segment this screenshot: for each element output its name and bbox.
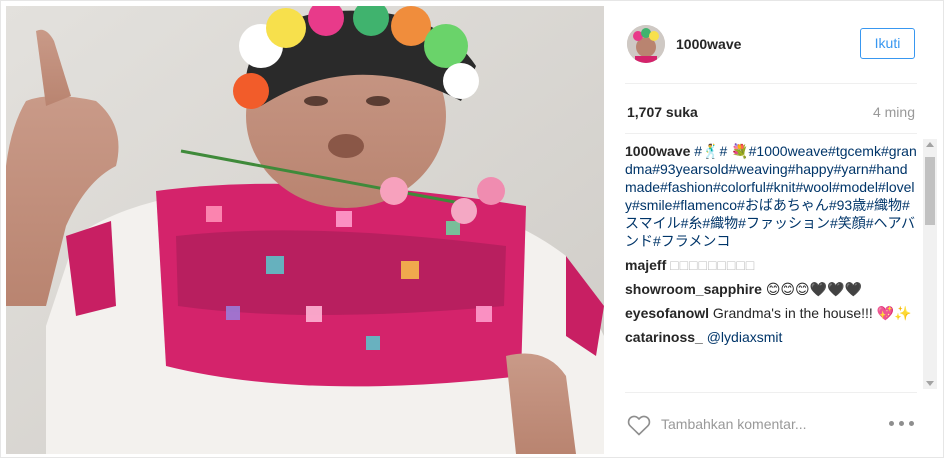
- comment-mention[interactable]: @lydiaxsmit: [707, 329, 783, 345]
- post-photo[interactable]: [6, 6, 604, 454]
- comment-item: showroom_sapphire 😊😊😊🖤🖤🖤: [625, 280, 917, 298]
- post-caption: 1000wave #🕺# 💐#1000weave#tgcemk#grandma#…: [625, 139, 917, 250]
- post-sidebar: 1000wave Ikuti 1,707 suka 4 ming 1000wav…: [605, 6, 940, 454]
- heart-icon[interactable]: [627, 414, 651, 436]
- post-header: 1000wave Ikuti: [625, 6, 917, 84]
- comment-text: □□□□□□□□□: [670, 257, 756, 273]
- post-footer: [625, 392, 917, 448]
- comment-username[interactable]: catarinoss_: [625, 329, 703, 345]
- more-dot: [899, 421, 904, 426]
- comments-scrollbar[interactable]: [923, 139, 937, 389]
- caption-hashtags-1[interactable]: #🕺#: [694, 143, 727, 159]
- likes-row: 1,707 suka 4 ming: [625, 84, 917, 134]
- comment-item: majeff □□□□□□□□□: [625, 256, 917, 274]
- instagram-post: 1000wave Ikuti 1,707 suka 4 ming 1000wav…: [0, 0, 944, 458]
- scroll-up-arrow-icon[interactable]: [926, 142, 934, 147]
- comment-item: eyesofanowl Grandma's in the house!!! 💖✨: [625, 304, 917, 322]
- more-dot: [889, 421, 894, 426]
- comment-list[interactable]: 1000wave #🕺# 💐#1000weave#tgcemk#grandma#…: [625, 139, 917, 389]
- comment-item: catarinoss_ @lydiaxsmit: [625, 328, 917, 346]
- post-username[interactable]: 1000wave: [676, 36, 741, 52]
- comment-username[interactable]: majeff: [625, 257, 666, 273]
- comment-text: 😊😊😊🖤🖤🖤: [765, 281, 862, 297]
- comment-text: Grandma's in the house!!! 💖✨: [712, 305, 912, 321]
- more-dot: [909, 421, 914, 426]
- more-options-icon[interactable]: [889, 418, 915, 430]
- avatar-image: [627, 25, 665, 63]
- comment-username[interactable]: showroom_sapphire: [625, 281, 762, 297]
- likes-count[interactable]: 1,707 suka: [627, 104, 698, 120]
- scrollbar-thumb[interactable]: [925, 157, 935, 225]
- comment-username[interactable]: eyesofanowl: [625, 305, 709, 321]
- scroll-down-arrow-icon[interactable]: [926, 381, 934, 386]
- comment-input[interactable]: [661, 412, 871, 436]
- post-image: [6, 6, 604, 454]
- caption-username[interactable]: 1000wave: [625, 143, 690, 159]
- avatar[interactable]: [627, 25, 665, 63]
- post-age[interactable]: 4 ming: [873, 104, 915, 120]
- follow-button[interactable]: Ikuti: [860, 28, 915, 59]
